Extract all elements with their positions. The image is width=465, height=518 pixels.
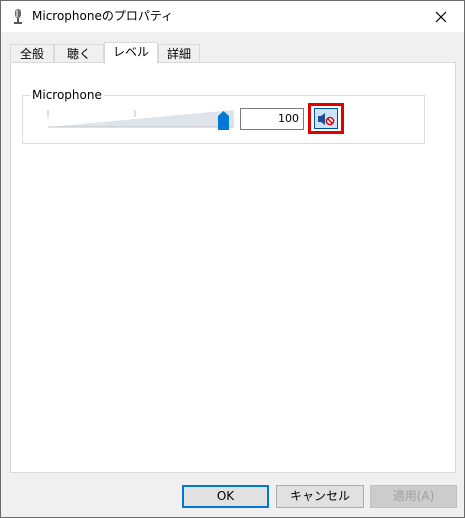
microphone-icon <box>14 9 22 24</box>
close-icon <box>435 11 447 22</box>
levels-panel: Microphone 100 <box>10 62 456 473</box>
properties-window: Microphoneのプロパティ 全般 聴く レベル 詳細 Microphone <box>0 0 465 518</box>
title-bar: Microphoneのプロパティ <box>1 1 464 32</box>
tab-advanced[interactable]: 詳細 <box>158 44 200 62</box>
slider-thumb[interactable] <box>218 111 229 130</box>
apply-button[interactable]: 適用(A) <box>370 485 457 508</box>
close-button[interactable] <box>418 1 464 32</box>
mute-button[interactable] <box>314 108 338 129</box>
ok-button[interactable]: OK <box>182 485 269 508</box>
level-value-field[interactable]: 100 <box>240 108 304 130</box>
group-label: Microphone <box>30 88 104 102</box>
cancel-button[interactable]: キャンセル <box>276 485 364 508</box>
tab-levels[interactable]: レベル <box>104 42 158 64</box>
speaker-muted-icon <box>318 112 335 125</box>
microphone-level-group: Microphone 100 <box>22 88 425 144</box>
volume-slider[interactable] <box>46 108 236 130</box>
tab-general[interactable]: 全般 <box>10 44 54 62</box>
tab-listen[interactable]: 聴く <box>54 44 104 62</box>
window-title: Microphoneのプロパティ <box>32 9 174 23</box>
